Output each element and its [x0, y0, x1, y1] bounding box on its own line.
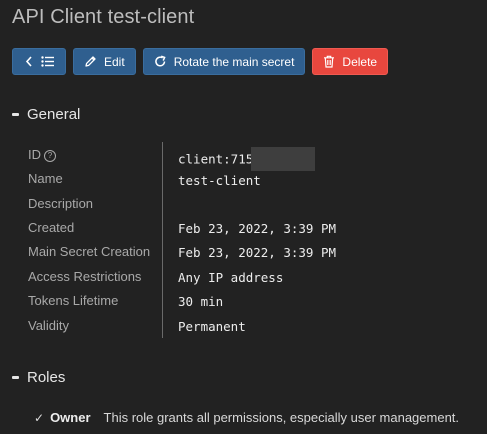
access-restrictions-value: Any IP address	[178, 270, 284, 285]
name-label: Name	[28, 171, 63, 186]
help-circle-icon[interactable]: ?	[44, 150, 56, 162]
delete-button-label: Delete	[342, 54, 378, 69]
id-value-text: client:715	[178, 151, 254, 167]
field-separator	[162, 142, 163, 338]
roles-section-title: Roles	[27, 369, 66, 386]
edit-button-label: Edit	[104, 54, 125, 69]
collapse-icon	[12, 376, 19, 379]
created-value: Feb 23, 2022, 3:39 PM	[178, 221, 337, 236]
rotate-icon	[154, 55, 167, 68]
redacted-mask	[251, 147, 316, 171]
role-name: Owner	[50, 410, 91, 425]
delete-button[interactable]: Delete	[312, 48, 389, 75]
rotate-secret-button-label: Rotate the main secret	[173, 54, 295, 69]
check-icon: ✓	[34, 410, 45, 425]
validity-value: Permanent	[178, 319, 246, 334]
pencil-icon	[84, 55, 97, 68]
collapse-icon	[12, 113, 19, 116]
rotate-secret-button[interactable]: Rotate the main secret	[142, 48, 306, 75]
tokens-lifetime-label: Tokens Lifetime	[28, 293, 119, 308]
created-label: Created	[28, 220, 75, 235]
edit-button[interactable]: Edit	[73, 48, 136, 75]
name-value: test-client	[178, 173, 261, 188]
validity-label: Validity	[28, 318, 69, 333]
id-label-text: ID	[28, 147, 41, 162]
role-description: This role grants all permissions, especi…	[103, 410, 460, 425]
main-secret-creation-label: Main Secret Creation	[28, 244, 151, 259]
general-section-title: General	[27, 106, 81, 123]
tokens-lifetime-value: 30 min	[178, 294, 224, 309]
id-label: ID?	[28, 147, 56, 163]
back-to-list-button[interactable]	[12, 48, 66, 75]
trash-icon	[323, 55, 335, 68]
main-secret-creation-value: Feb 23, 2022, 3:39 PM	[178, 245, 337, 260]
general-section-toggle[interactable]: General	[12, 106, 80, 123]
chevron-left-icon	[25, 56, 33, 67]
id-value: client:715	[178, 147, 316, 172]
roles-section-toggle[interactable]: Roles	[12, 369, 65, 386]
list-icon	[40, 56, 54, 67]
role-item: ✓ Owner This role grants all permissions…	[34, 410, 459, 425]
access-restrictions-label: Access Restrictions	[28, 269, 142, 284]
toolbar: Edit Rotate the main secret Delete	[12, 48, 389, 75]
page-title: API Client test-client	[12, 6, 195, 28]
description-label: Description	[28, 196, 94, 211]
